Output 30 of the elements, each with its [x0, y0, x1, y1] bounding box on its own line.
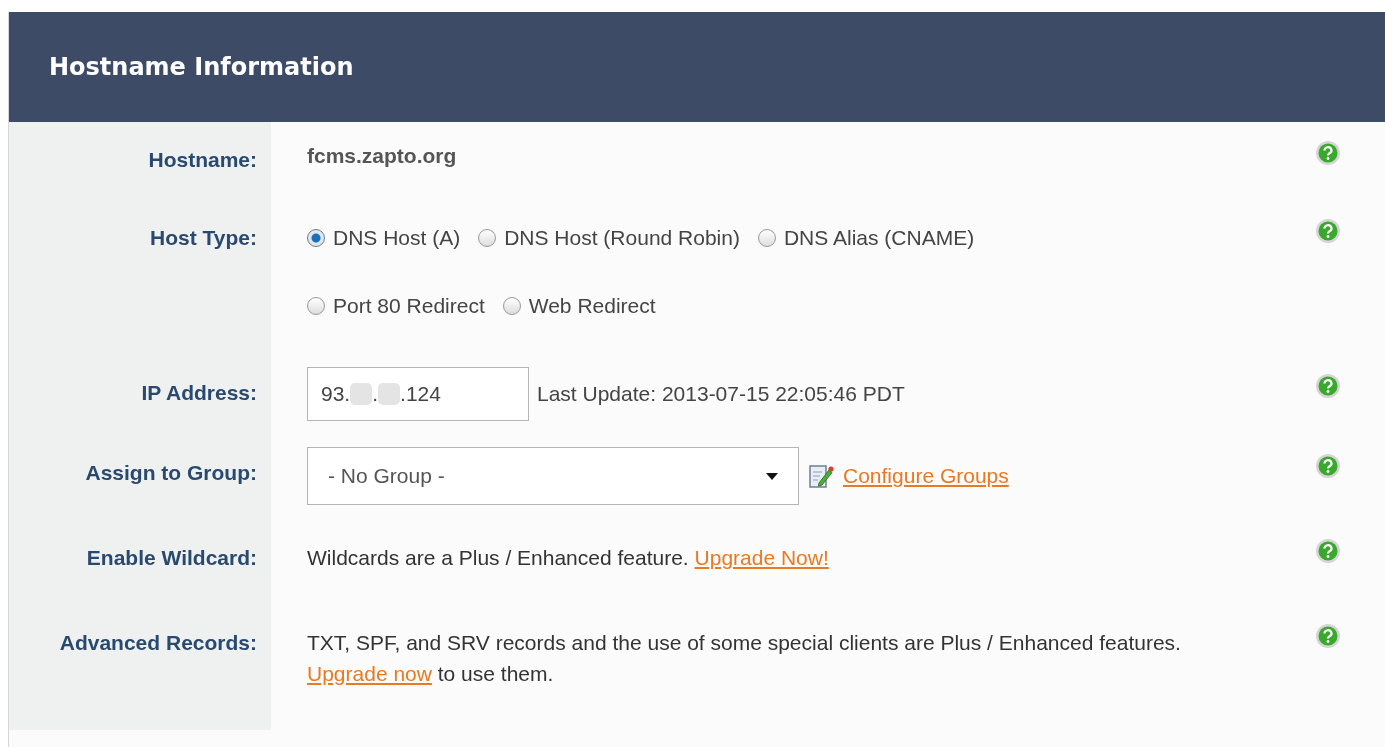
radio-option[interactable]: Web Redirect — [502, 294, 656, 318]
caret-icon — [766, 472, 778, 480]
feature-notice: Wildcards are a Plus / Enhanced feature. Upgrade Now! — [307, 545, 830, 571]
field-label: Hostname: — [9, 122, 271, 200]
notepad-pencil-icon — [807, 462, 835, 490]
help-icon[interactable] — [1315, 623, 1341, 649]
radio-label[interactable]: DNS Host (A) — [333, 226, 461, 250]
help-icon[interactable] — [1315, 538, 1341, 564]
radio-label[interactable]: Web Redirect — [528, 294, 656, 318]
radio-button[interactable] — [478, 229, 497, 247]
field-label: Enable Wildcard: — [9, 520, 271, 605]
radio-button[interactable] — [757, 229, 776, 247]
radio-option[interactable]: DNS Host (A) — [307, 226, 461, 250]
field-label: IP Address: — [9, 355, 271, 435]
panel-title: Hostname Information — [49, 53, 354, 81]
field-label: Advanced Records: — [9, 605, 271, 690]
field-label: Host Type: — [9, 200, 271, 355]
help-icon[interactable] — [1315, 140, 1341, 166]
help-icon[interactable] — [1315, 373, 1341, 399]
radio-button[interactable] — [307, 229, 325, 247]
help-icon[interactable] — [1315, 218, 1341, 244]
ip-address-field[interactable]: 93. . .124 — [307, 367, 529, 421]
feature-notice: TXT, SPF, and SRV records and the use of some special clients are Plus / Enhanced features. Upgrade now to use them. — [307, 630, 1182, 687]
hostname-value: fcms.zapto.org — [307, 144, 457, 167]
group-dropdown[interactable]: - No Group - — [307, 447, 799, 505]
radio-button[interactable] — [502, 297, 521, 315]
last-update-text: Last Update: 2013-07-15 22:05:46 PDT — [537, 382, 905, 406]
help-icon[interactable] — [1315, 453, 1341, 479]
field-label: Assign to Group: — [9, 435, 271, 520]
radio-button[interactable] — [307, 297, 325, 315]
